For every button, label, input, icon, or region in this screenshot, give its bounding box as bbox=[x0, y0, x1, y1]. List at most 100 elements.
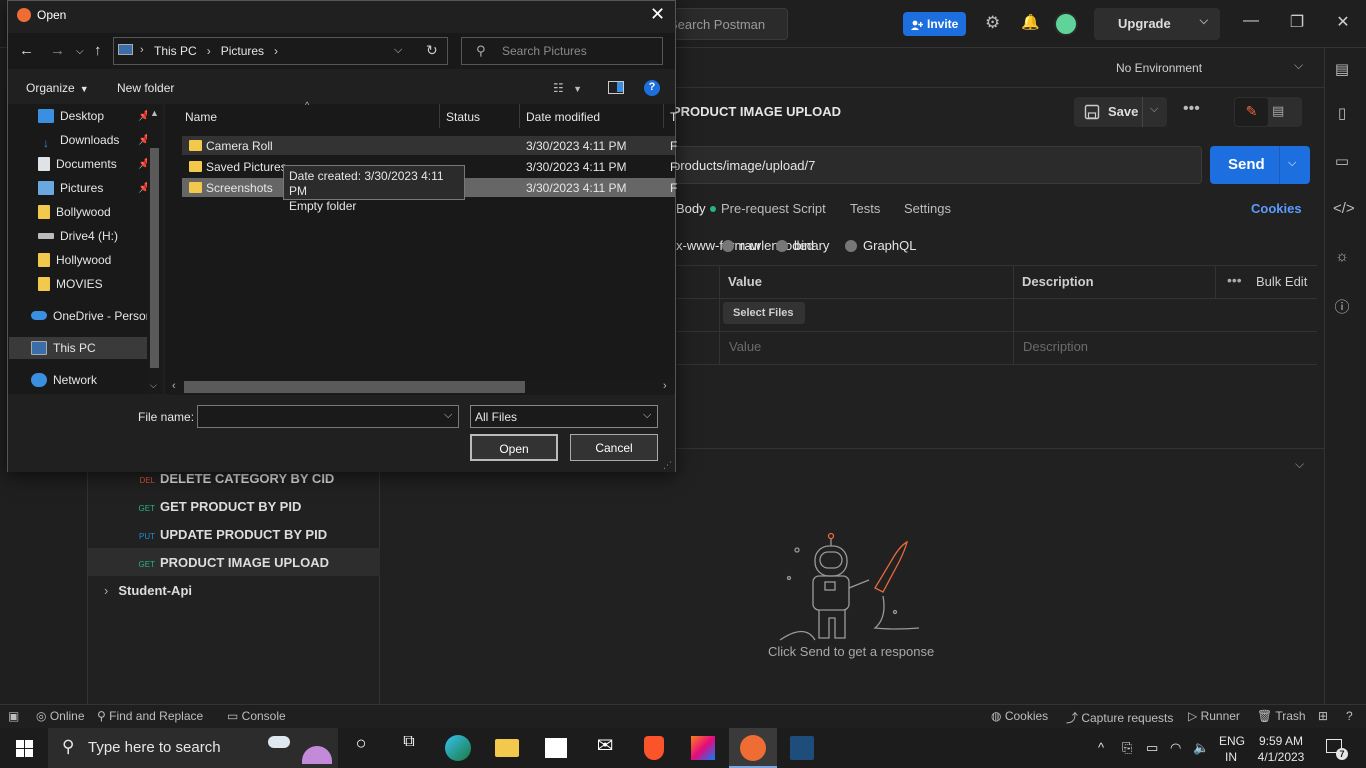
restore-icon[interactable]: ❐ bbox=[1282, 12, 1312, 32]
column-header-type[interactable]: T bbox=[670, 110, 677, 124]
comments-icon[interactable]: ▭ bbox=[1333, 152, 1351, 170]
column-separator[interactable] bbox=[439, 104, 440, 128]
window-close-icon[interactable]: ✕ bbox=[1328, 12, 1358, 32]
dialog-search-input[interactable]: ⚲ Search Pictures bbox=[461, 37, 663, 65]
help-icon[interactable]: ? bbox=[1346, 709, 1353, 723]
environment-quicklook-icon[interactable]: ▤ bbox=[1333, 60, 1351, 78]
layout-icon[interactable]: ⊞ bbox=[1318, 709, 1328, 723]
column-separator[interactable] bbox=[519, 104, 520, 128]
more-options-icon[interactable]: ••• bbox=[1183, 100, 1200, 118]
tab-body[interactable]: Body bbox=[676, 201, 716, 216]
nav-pane-scroll-thumb[interactable] bbox=[150, 148, 159, 368]
notification-bell-icon[interactable]: 🔔 bbox=[1021, 13, 1040, 31]
chevron-down-icon[interactable]: ⌵ bbox=[643, 409, 651, 422]
find-replace-button[interactable]: ⚲ Find and Replace bbox=[97, 709, 203, 723]
lightbulb-icon[interactable]: ☼ bbox=[1333, 248, 1351, 265]
environment-selector[interactable]: No Environment bbox=[1116, 61, 1202, 75]
scroll-down-arrow-icon[interactable]: ⌵ bbox=[150, 380, 157, 391]
brave-browser-icon[interactable] bbox=[639, 733, 669, 763]
file-explorer-icon[interactable] bbox=[492, 733, 522, 763]
breadcrumb-this-pc[interactable]: This PC bbox=[154, 44, 197, 58]
select-files-button[interactable]: Select Files bbox=[723, 302, 805, 324]
online-status[interactable]: ◎ Online bbox=[36, 709, 85, 723]
nav-item-movies[interactable]: MOVIES bbox=[38, 277, 103, 299]
tab-pre-request-script[interactable]: Pre-request Script bbox=[721, 201, 826, 216]
body-type-binary[interactable]: binary bbox=[776, 238, 829, 253]
invite-button[interactable]: Invite bbox=[903, 12, 966, 36]
cancel-button[interactable]: Cancel bbox=[570, 434, 658, 461]
minimize-icon[interactable]: — bbox=[1236, 12, 1266, 30]
file-name-input[interactable] bbox=[197, 405, 459, 428]
chevron-down-icon[interactable]: ⌵ bbox=[1294, 58, 1303, 73]
new-folder-button[interactable]: New folder bbox=[117, 81, 174, 95]
chevron-down-icon[interactable]: ⌵ bbox=[444, 409, 452, 422]
user-avatar[interactable] bbox=[1054, 12, 1078, 36]
pencil-icon[interactable]: ✎ bbox=[1235, 98, 1268, 126]
chevron-down-icon[interactable]: ⌵ bbox=[1150, 103, 1158, 116]
nav-item-onedrive[interactable]: OneDrive - Persor bbox=[31, 309, 147, 331]
upgrade-button[interactable]: Upgrade ⌵ bbox=[1094, 8, 1220, 40]
horizontal-scroll-thumb[interactable] bbox=[184, 381, 525, 393]
back-arrow-icon[interactable]: ← bbox=[19, 42, 34, 59]
column-header-name[interactable]: Name bbox=[185, 110, 217, 124]
language-indicator[interactable]: ENG IN bbox=[1219, 733, 1245, 765]
help-icon[interactable]: ? bbox=[644, 80, 660, 96]
nav-item-desktop[interactable]: Desktop 📌 bbox=[38, 109, 150, 131]
resize-grip-icon[interactable]: ⋰ bbox=[663, 460, 672, 471]
column-header-status[interactable]: Status bbox=[446, 110, 480, 124]
tab-tests[interactable]: Tests bbox=[850, 201, 880, 216]
recent-locations-chevron-icon[interactable]: ⌵ bbox=[76, 46, 84, 57]
sidebar-request-item[interactable]: PUT UPDATE PRODUCT BY PID bbox=[88, 520, 380, 548]
sidebar-request-item-active[interactable]: GET PRODUCT IMAGE UPLOAD bbox=[88, 548, 380, 576]
capture-requests-button[interactable]: ⤴ Capture requests bbox=[1066, 709, 1173, 726]
preview-pane-icon[interactable] bbox=[608, 81, 624, 94]
code-icon[interactable]: </> bbox=[1333, 200, 1355, 217]
tab-settings[interactable]: Settings bbox=[904, 201, 951, 216]
meet-now-icon[interactable]: ⎘ bbox=[1122, 740, 1132, 756]
nav-item-this-pc[interactable]: This PC bbox=[31, 341, 96, 363]
url-input[interactable]: products/image/upload/7 bbox=[672, 146, 1202, 184]
documentation-icon[interactable]: ▯ bbox=[1333, 104, 1351, 122]
cortana-icon[interactable]: ○ bbox=[346, 733, 376, 763]
runner-button[interactable]: ▷ Runner bbox=[1188, 709, 1240, 723]
column-separator[interactable] bbox=[663, 104, 664, 128]
address-dropdown-icon[interactable]: ⌵ bbox=[394, 44, 402, 57]
body-type-graphql[interactable]: GraphQL bbox=[845, 238, 916, 253]
nav-item-documents[interactable]: Documents 📌 bbox=[38, 157, 150, 179]
value-input[interactable]: Value bbox=[729, 339, 761, 354]
nav-item-hollywood[interactable]: Hollywood bbox=[38, 253, 111, 275]
chevron-down-icon[interactable]: ⌵ bbox=[1288, 157, 1296, 170]
refresh-icon[interactable]: ↻ bbox=[426, 42, 438, 59]
forward-arrow-icon[interactable]: → bbox=[50, 42, 65, 59]
sidebar-toggle-icon[interactable]: ▣ bbox=[8, 709, 19, 723]
body-type-raw[interactable]: raw bbox=[722, 238, 761, 253]
trash-button[interactable]: 🗑 Trash bbox=[1257, 709, 1306, 723]
volume-icon[interactable]: 🔈 bbox=[1193, 740, 1209, 756]
more-options-icon[interactable]: ••• bbox=[1227, 272, 1242, 288]
task-view-icon[interactable]: ⧉ bbox=[394, 733, 424, 763]
intellij-icon[interactable] bbox=[688, 733, 718, 763]
nav-item-drive4[interactable]: Drive4 (H:) bbox=[38, 229, 118, 251]
file-type-select[interactable]: All Files bbox=[470, 405, 658, 428]
view-options-icon[interactable]: ☷ ▼ bbox=[553, 81, 582, 95]
cookies-button[interactable]: ◍ Cookies bbox=[991, 709, 1048, 723]
nav-item-pictures[interactable]: Pictures 📌 bbox=[38, 181, 150, 203]
clock[interactable]: 9:59 AM 4/1/2023 bbox=[1254, 733, 1308, 765]
up-arrow-icon[interactable]: ↑ bbox=[94, 42, 102, 59]
console-button[interactable]: ▭ Console bbox=[227, 709, 286, 723]
mail-icon[interactable]: ✉ bbox=[590, 733, 620, 763]
sidebar-request-item[interactable]: GET GET PRODUCT BY PID bbox=[88, 492, 380, 520]
file-row[interactable]: Camera Roll 3/30/2023 4:11 PM F bbox=[182, 136, 677, 155]
info-icon[interactable]: ⓘ bbox=[1333, 296, 1351, 317]
scroll-right-arrow-icon[interactable]: › bbox=[663, 380, 667, 392]
edge-browser-icon[interactable] bbox=[443, 733, 473, 763]
organize-button[interactable]: Organize ▼ bbox=[26, 81, 89, 95]
sidebar-collection[interactable]: › Student-Api bbox=[88, 576, 380, 604]
bulk-edit-link[interactable]: Bulk Edit bbox=[1256, 274, 1307, 289]
nav-item-downloads[interactable]: ↓ Downloads 📌 bbox=[38, 133, 150, 155]
mysql-workbench-icon[interactable] bbox=[787, 733, 817, 763]
weather-widget-icon[interactable] bbox=[262, 732, 334, 766]
nav-item-network[interactable]: Network bbox=[31, 373, 97, 395]
chevron-up-icon[interactable]: ^ bbox=[1098, 740, 1104, 755]
scroll-up-arrow-icon[interactable]: ▲ bbox=[150, 108, 159, 118]
